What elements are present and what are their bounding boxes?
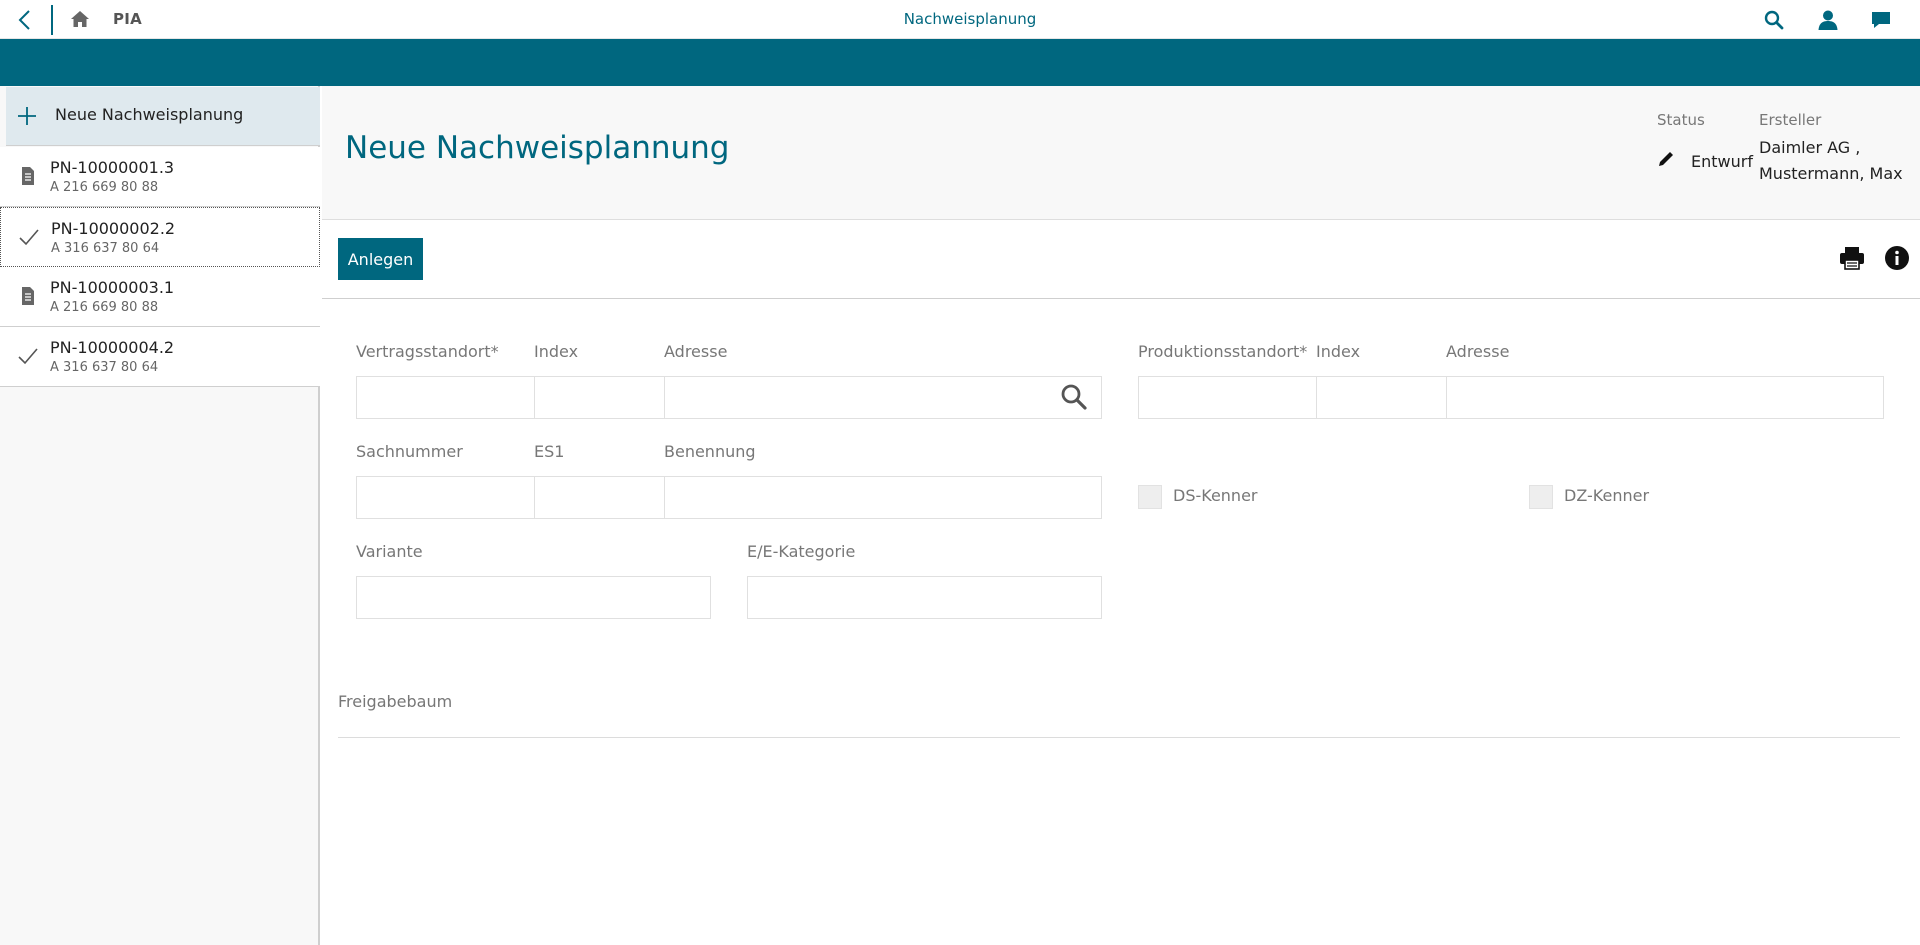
new-plan-label: Neue Nachweisplanung — [55, 105, 244, 124]
benennung-field[interactable] — [664, 476, 1102, 519]
ee-kategorie-label: E/E-Kategorie — [747, 542, 856, 561]
chat-icon[interactable] — [1870, 9, 1892, 31]
pencil-icon — [1659, 152, 1673, 166]
plus-icon — [18, 107, 36, 125]
ds-kenner-label: DS-Kenner — [1173, 486, 1258, 505]
item-id: PN-10000002.2 — [51, 219, 176, 238]
item-id: PN-10000003.1 — [50, 278, 175, 297]
produktionsstandort-index-field[interactable] — [1316, 376, 1447, 419]
creator-company: Daimler AG , — [1759, 138, 1861, 157]
item-part-number: A 316 637 80 64 — [50, 360, 159, 375]
check-icon — [19, 229, 39, 246]
ee-kategorie-field[interactable] — [747, 576, 1102, 619]
create-button[interactable]: Anlegen — [338, 238, 423, 280]
es1-field[interactable] — [534, 476, 665, 519]
page-header-title: Nachweisplanung — [903, 10, 1037, 28]
produktionsstandort-field[interactable] — [1138, 376, 1317, 419]
document-icon — [22, 287, 34, 305]
sachnummer-field[interactable] — [356, 476, 535, 519]
variante-field[interactable] — [356, 576, 711, 619]
sachnummer-label: Sachnummer — [356, 442, 463, 461]
vertragsstandort-label: Vertragsstandort* — [356, 342, 499, 361]
toolbar: Anlegen — [322, 220, 1920, 299]
freigabebaum-label: Freigabebaum — [338, 692, 453, 711]
item-part-number: A 216 669 80 88 — [50, 180, 159, 195]
vertragsstandort-adresse-field[interactable] — [664, 376, 1102, 419]
info-icon[interactable] — [1884, 245, 1910, 271]
document-icon — [22, 167, 34, 185]
item-part-number: A 216 669 80 88 — [50, 300, 159, 315]
print-icon[interactable] — [1838, 245, 1866, 271]
list-item[interactable]: PN-10000004.2 A 316 637 80 64 — [0, 327, 320, 387]
accent-band — [0, 39, 1920, 86]
creator-label: Ersteller — [1759, 111, 1822, 129]
check-icon — [18, 348, 38, 365]
sidebar: Neue Nachweisplanung PN-10000001.3 A 216… — [0, 86, 320, 945]
benennung-label: Benennung — [664, 442, 756, 461]
vertragsstandort-field[interactable] — [356, 376, 535, 419]
produktionsstandort-label: Produktionsstandort* — [1138, 342, 1308, 361]
vertragsstandort-index-field[interactable] — [534, 376, 665, 419]
user-icon[interactable] — [1817, 9, 1839, 31]
ds-kenner-checkbox[interactable] — [1138, 485, 1162, 509]
index-label: Index — [1316, 342, 1361, 361]
dz-kenner-checkbox[interactable] — [1529, 485, 1553, 509]
item-id: PN-10000001.3 — [50, 158, 175, 177]
detail-header: Neue Nachweisplannung Status Entwurf Ers… — [322, 86, 1920, 220]
status-value: Entwurf — [1691, 152, 1753, 171]
list-item[interactable]: PN-10000003.1 A 216 669 80 88 — [0, 267, 320, 327]
status-label: Status — [1657, 111, 1705, 129]
search-icon[interactable] — [1060, 383, 1088, 411]
new-plan-button[interactable]: Neue Nachweisplanung — [6, 87, 320, 146]
list-item[interactable]: PN-10000002.2 A 316 637 80 64 — [0, 207, 320, 267]
index-label: Index — [534, 342, 579, 361]
produktionsstandort-adresse-field[interactable] — [1446, 376, 1884, 419]
list-item[interactable]: PN-10000001.3 A 216 669 80 88 — [0, 147, 320, 207]
top-bar: PIA Nachweisplanung — [0, 0, 1920, 39]
item-part-number: A 316 637 80 64 — [51, 241, 160, 256]
creator-name: Mustermann, Max — [1759, 164, 1903, 183]
adresse-label: Adresse — [1446, 342, 1510, 361]
es1-label: ES1 — [534, 442, 565, 461]
page-title: Neue Nachweisplannung — [345, 130, 730, 166]
dz-kenner-label: DZ-Kenner — [1564, 486, 1650, 505]
search-icon[interactable] — [1763, 9, 1785, 31]
item-id: PN-10000004.2 — [50, 338, 175, 357]
divider — [338, 737, 1900, 738]
adresse-label: Adresse — [664, 342, 728, 361]
variante-label: Variante — [356, 542, 423, 561]
